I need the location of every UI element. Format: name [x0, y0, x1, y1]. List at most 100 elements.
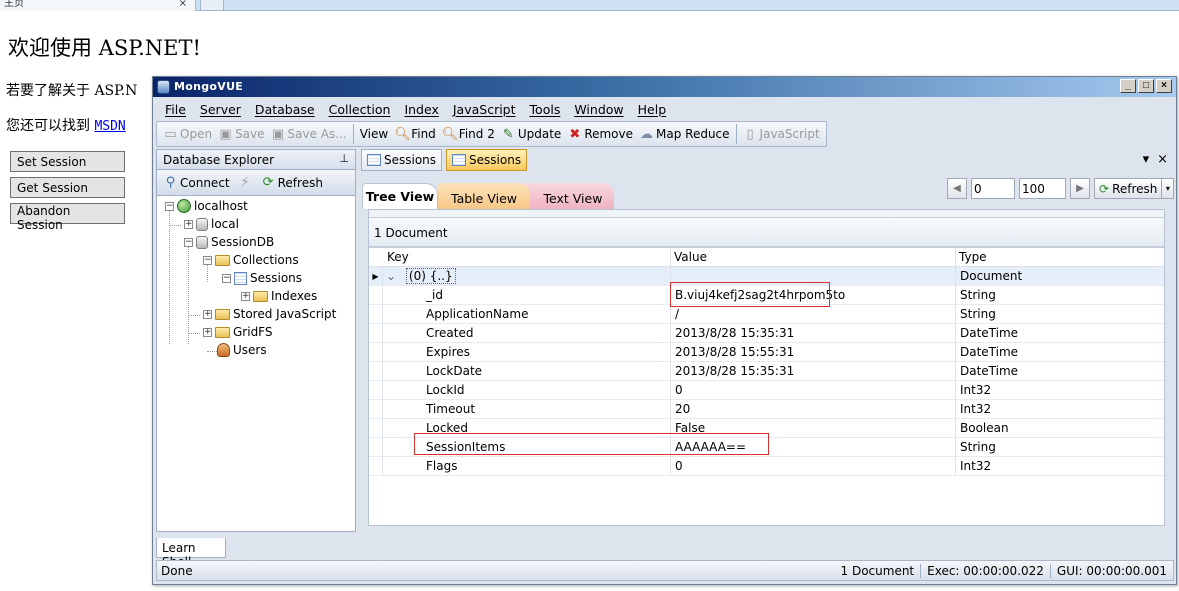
tree-node-sessions[interactable]: − Sessions [222, 269, 302, 287]
msdn-link[interactable]: MSDN [94, 119, 125, 134]
menu-database[interactable]: Database [255, 102, 315, 117]
expand-icon[interactable]: + [241, 291, 250, 301]
menu-file[interactable]: File [165, 102, 186, 117]
folder-icon [215, 326, 230, 338]
tab-text-view[interactable]: Text View [522, 183, 614, 209]
menu-index[interactable]: Index [404, 102, 438, 117]
document-tree-grid[interactable]: Key Value Type ▶ ⌄ (0) {..} Document _id… [369, 247, 1164, 525]
tree-node-label: localhost [194, 199, 248, 213]
set-session-button[interactable]: Set Session [10, 151, 125, 172]
browser-tab-title: 主页 [4, 0, 24, 9]
new-tab-button[interactable] [200, 0, 224, 11]
table-row[interactable]: Timeout 20 Int32 [369, 400, 1164, 419]
disconnect-button[interactable]: ⚡ [238, 175, 253, 190]
collapse-icon[interactable]: − [203, 255, 212, 265]
tree-node-gridfs[interactable]: + GridFS [203, 323, 273, 341]
value-cell: 2013/8/28 15:35:31 [671, 362, 956, 381]
tree-node-collections[interactable]: − Collections [203, 251, 299, 269]
limit-input[interactable] [1019, 178, 1066, 199]
collection-grid-icon [234, 271, 247, 285]
table-row[interactable]: ApplicationName / String [369, 305, 1164, 324]
tree-node-indexes[interactable]: + Indexes [241, 287, 317, 305]
tree-node-label: GridFS [233, 325, 273, 339]
expand-icon[interactable]: + [203, 309, 212, 319]
open-button[interactable]: ▭ Open [163, 127, 212, 142]
close-icon[interactable]: × [179, 0, 187, 9]
column-type[interactable]: Type [956, 248, 1162, 267]
save-as-button[interactable]: ▣ Save As... [271, 127, 347, 142]
update-button[interactable]: ✎ Update [501, 127, 561, 142]
collapse-icon[interactable]: − [222, 273, 231, 283]
grid-header: Key Value Type [369, 248, 1164, 267]
close-tab-icon[interactable]: × [1157, 152, 1168, 167]
skip-input[interactable] [971, 178, 1015, 199]
database-icon [196, 217, 208, 231]
menu-server[interactable]: Server [200, 102, 241, 117]
refresh-icon: ⟳ [1099, 181, 1110, 196]
collapse-icon[interactable]: − [165, 201, 174, 211]
minimize-button[interactable]: _ [1120, 79, 1136, 93]
tab-sessions[interactable]: Sessions [361, 149, 443, 171]
column-key[interactable]: Key [369, 248, 671, 267]
save-button[interactable]: ▣ Save [218, 127, 264, 142]
status-exec-time: Exec: 00:00:00.022 [927, 564, 1044, 578]
expand-icon[interactable]: + [184, 219, 193, 229]
menu-help[interactable]: Help [638, 102, 667, 117]
table-row[interactable]: LockId 0 Int32 [369, 381, 1164, 400]
red-x-icon: ✖ [569, 126, 581, 142]
tree-node-local[interactable]: + local [184, 215, 239, 233]
previous-page-icon[interactable]: ◀ [947, 178, 967, 199]
table-row[interactable]: LockDate 2013/8/28 15:35:31 DateTime [369, 362, 1164, 381]
tree-node-label: Users [233, 343, 267, 357]
menu-tools[interactable]: Tools [530, 102, 561, 117]
browser-tab[interactable]: 主页 × [0, 0, 196, 11]
connect-button[interactable]: ⚲ Connect [163, 175, 230, 190]
id-highlight-box [670, 282, 830, 307]
tree-node-localhost[interactable]: − localhost [165, 197, 248, 215]
document-count: 1 Document [369, 217, 1164, 247]
tab-tree-view[interactable]: Tree View [362, 183, 438, 209]
expand-arrow-icon[interactable]: ⌄ [386, 269, 396, 283]
next-page-icon[interactable]: ▶ [1070, 178, 1090, 199]
folder-open-icon: ▭ [164, 126, 177, 142]
menu-collection[interactable]: Collection [329, 102, 391, 117]
remove-button[interactable]: ✖ Remove [567, 127, 633, 142]
type-cell: Int32 [960, 459, 992, 473]
tab-table-view[interactable]: Table View [438, 183, 530, 209]
tree-node-users[interactable]: Users [217, 341, 267, 359]
pin-icon[interactable]: ⊥ [339, 152, 349, 165]
expand-icon[interactable]: + [203, 327, 212, 337]
menu-window[interactable]: Window [574, 102, 623, 117]
view-button[interactable]: View [360, 127, 388, 141]
find2-button[interactable]: 🔍︎ Find 2 [442, 127, 495, 142]
chevron-down-icon[interactable]: ▾ [1162, 178, 1175, 199]
get-session-button[interactable]: Get Session [10, 177, 125, 198]
tab-menu-icon[interactable]: ▾ [1143, 152, 1150, 167]
table-row[interactable]: Flags 0 Int32 [369, 457, 1164, 476]
refresh-button[interactable]: ⟳ Refresh [1094, 178, 1163, 199]
update-label: Update [517, 127, 562, 141]
script-icon: ▯ [746, 126, 754, 142]
key-cell: LockDate [383, 362, 671, 381]
javascript-button[interactable]: ▯ JavaScript [743, 126, 819, 142]
abandon-session-button[interactable]: Abandon Session [10, 203, 125, 232]
key-cell: Created [383, 324, 671, 343]
explorer-refresh-button[interactable]: ⟳ Refresh [261, 175, 323, 190]
maximize-button[interactable]: □ [1138, 79, 1154, 93]
tree-node-sessiondb[interactable]: − SessionDB [184, 233, 274, 251]
table-row[interactable]: Created 2013/8/28 15:35:31 DateTime [369, 324, 1164, 343]
table-row[interactable]: Expires 2013/8/28 15:55:31 DateTime [369, 343, 1164, 362]
menu-javascript[interactable]: JavaScript [453, 102, 516, 117]
title-bar[interactable]: MongoVUE _ □ × [153, 77, 1176, 97]
value-cell: 2013/8/28 15:35:31 [671, 324, 956, 343]
learn-shell-tab[interactable]: Learn Shell [156, 538, 226, 569]
close-button[interactable]: × [1156, 79, 1172, 93]
tab-sessions-active[interactable]: Sessions [446, 149, 528, 171]
map-reduce-button[interactable]: ☁ Map Reduce [639, 127, 730, 142]
collapse-icon[interactable]: − [184, 237, 193, 247]
type-cell: Boolean [960, 421, 1009, 435]
document-tabs: Sessions Sessions [361, 149, 528, 173]
column-value[interactable]: Value [671, 248, 956, 267]
find-button[interactable]: 🔍︎ Find [394, 127, 436, 142]
tree-node-stored-javascript[interactable]: + Stored JavaScript [203, 305, 336, 323]
